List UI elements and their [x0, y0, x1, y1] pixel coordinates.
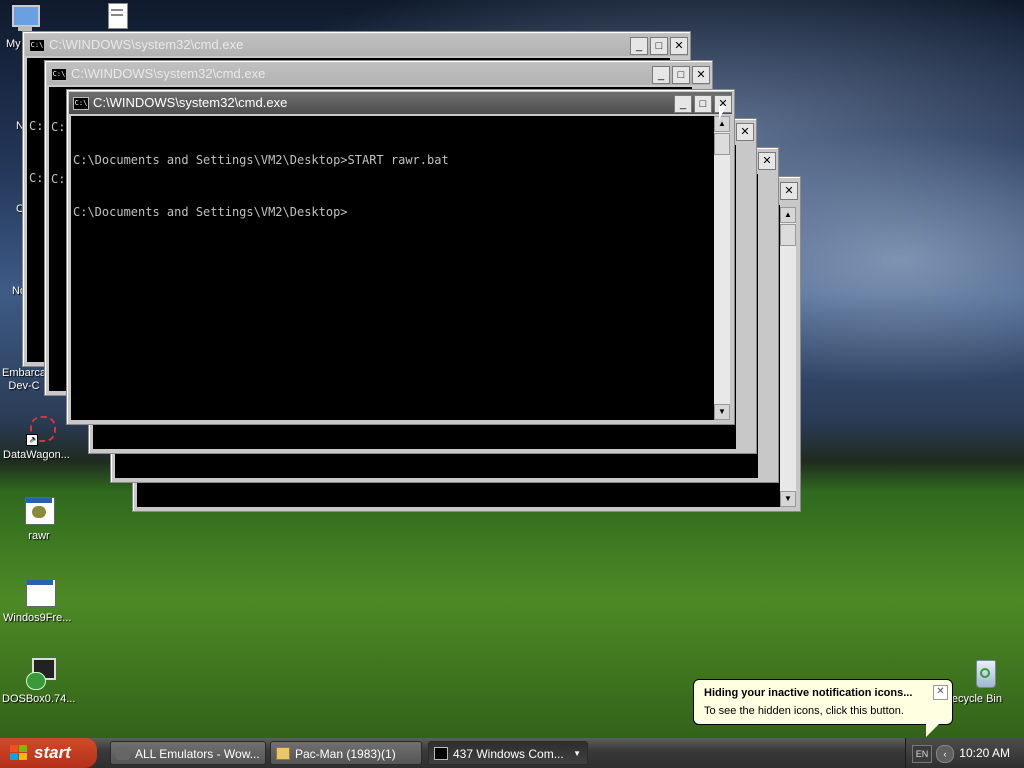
scroll-thumb[interactable] — [714, 133, 730, 155]
taskbar-button-label: ALL Emulators - Wow... — [135, 747, 260, 761]
scroll-thumb[interactable] — [780, 224, 796, 246]
desktop-icon-label: rawr — [28, 530, 50, 542]
minimize-button[interactable]: _ — [652, 66, 670, 84]
window-title: C:\WINDOWS\system32\cmd.exe — [93, 95, 288, 110]
cmd-icon: C:\ — [73, 97, 89, 110]
close-button[interactable]: ✕ — [670, 37, 688, 55]
taskbar-button-label: 437 Windows Com... — [453, 747, 564, 761]
minimize-button[interactable]: _ — [674, 95, 692, 113]
clock[interactable]: 10:20 AM — [959, 738, 1010, 768]
close-button[interactable]: ✕ — [736, 123, 754, 141]
window-controls: ✕ — [734, 123, 754, 141]
console-line: C:\Documents and Settings\VM2\Desktop>ST… — [73, 153, 449, 167]
taskbar: start ALL Emulators - Wow... Pac-Man (19… — [0, 738, 1024, 768]
dosbox-icon — [24, 658, 56, 690]
recycle-bin-icon — [968, 658, 1000, 690]
balloon-tail — [926, 723, 940, 737]
desktop-icon-rawr[interactable]: rawr — [0, 495, 78, 542]
taskbar-button-pacman[interactable]: Pac-Man (1983)(1) — [270, 741, 422, 765]
desktop-icon-embarcadero[interactable]: Embarca Dev-C — [0, 367, 48, 393]
title-bar[interactable]: C:\ C:\WINDOWS\system32\cmd.exe — [47, 63, 710, 85]
start-button[interactable]: start — [0, 738, 97, 768]
chevron-down-icon: ▼ — [573, 749, 581, 758]
close-button[interactable]: ✕ — [758, 152, 776, 170]
console-output[interactable]: C:\Documents and Settings\VM2\Desktop>ST… — [71, 116, 714, 420]
window-title: C:\WINDOWS\system32\cmd.exe — [71, 66, 266, 81]
desktop-icon-label: C — [16, 203, 24, 215]
maximize-button[interactable]: □ — [650, 37, 668, 55]
title-bar[interactable]: C:\ C:\WINDOWS\system32\cmd.exe — [69, 92, 732, 114]
vertical-scrollbar[interactable]: ▲ ▼ — [780, 207, 796, 507]
datawagon-icon: ↗ — [24, 414, 56, 446]
start-label: start — [34, 743, 71, 762]
windows-logo-icon — [10, 745, 28, 761]
minimize-button[interactable]: _ — [630, 37, 648, 55]
balloon-body: To see the hidden icons, click this butt… — [704, 705, 904, 717]
desktop-icon-label: DOSBox0.74... — [2, 693, 76, 705]
desktop-icon-label: DataWagon... — [3, 449, 70, 461]
taskbar-button-cmd-group[interactable]: 437 Windows Com... ▼ — [428, 741, 588, 765]
emulator-icon — [116, 747, 130, 760]
vertical-scrollbar[interactable]: ▲ ▼ — [714, 116, 730, 420]
close-button[interactable]: ✕ — [780, 182, 798, 200]
system-tray: EN ‹ 10:20 AM — [905, 738, 1024, 768]
desktop-icon-label: Embarca Dev-C — [1, 367, 47, 392]
maximize-button[interactable]: □ — [694, 95, 712, 113]
window-app-icon — [24, 577, 56, 609]
language-indicator[interactable]: EN — [912, 745, 932, 763]
notification-balloon[interactable]: Hiding your inactive notification icons.… — [693, 679, 953, 737]
window-title: C:\WINDOWS\system32\cmd.exe — [49, 37, 244, 52]
window-controls: ✕ — [756, 152, 776, 170]
cmd-icon: C:\ — [51, 68, 67, 81]
console-line: C:\Documents and Settings\VM2\Desktop> — [73, 205, 348, 219]
window-controls: _□✕ — [650, 66, 710, 84]
taskbar-button-label: Pac-Man (1983)(1) — [295, 747, 396, 761]
scroll-up-arrow[interactable]: ▲ — [780, 207, 796, 223]
desktop-icon-recycle-bin[interactable]: ecycle Bin — [944, 658, 1024, 705]
cmd-icon — [434, 747, 448, 760]
cmd-window-active[interactable]: C:\ C:\WINDOWS\system32\cmd.exe _ □ ✕ C:\D… — [66, 89, 735, 425]
desktop-icon-label: ecycle Bin — [951, 693, 1002, 705]
cmd-icon: C:\ — [29, 39, 45, 52]
maximize-button[interactable]: □ — [672, 66, 690, 84]
balloon-title: Hiding your inactive notification icons.… — [704, 687, 913, 699]
desktop-icon-label: Windos9Fre... — [3, 612, 72, 624]
desktop-icon-dosbox[interactable]: DOSBox0.74... — [0, 658, 80, 705]
folder-icon — [276, 747, 290, 760]
taskbar-button-emulators[interactable]: ALL Emulators - Wow... — [110, 741, 266, 765]
desktop-icon-partial-c[interactable]: C — [0, 203, 24, 215]
show-hidden-icons-button[interactable]: ‹ — [936, 745, 954, 763]
close-button[interactable]: ✕ — [692, 66, 710, 84]
desktop-icon-label: N — [16, 120, 24, 132]
title-bar[interactable]: C:\ C:\WINDOWS\system32\cmd.exe — [25, 34, 688, 56]
mouse-cursor — [719, 106, 726, 120]
window-controls: _□✕ — [628, 37, 688, 55]
batch-file-icon — [23, 495, 55, 527]
desktop-icon-partial-n[interactable]: N — [0, 120, 24, 132]
scroll-down-arrow[interactable]: ▼ — [780, 491, 796, 507]
scroll-down-arrow[interactable]: ▼ — [714, 404, 730, 420]
balloon-close-button[interactable]: ✕ — [933, 685, 948, 700]
desktop-icon-windos9free[interactable]: Windos9Fre... — [0, 577, 80, 624]
